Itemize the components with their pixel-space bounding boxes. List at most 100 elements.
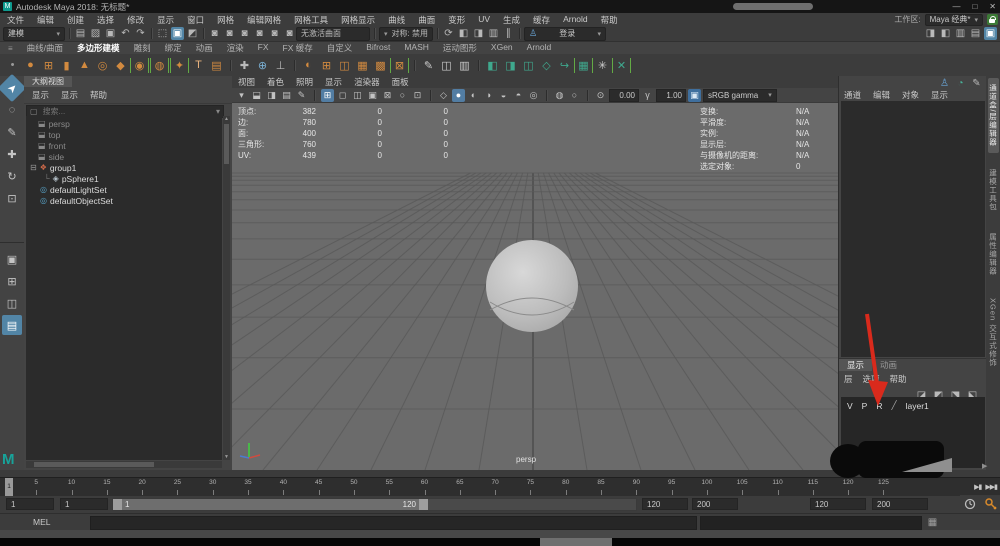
shadows-icon[interactable]: ◒ bbox=[497, 89, 510, 102]
menu-item[interactable]: 着色 bbox=[267, 76, 284, 88]
snap-view-plane-icon[interactable]: ◙ bbox=[268, 27, 281, 40]
shelf-tab[interactable]: 曲线/曲面 bbox=[27, 42, 63, 54]
symmetry-dropdown[interactable]: ▾ 对称: 禁用 bbox=[379, 26, 433, 41]
rotate-tool[interactable]: ↻ bbox=[2, 166, 22, 186]
shelf-tab[interactable]: 绑定 bbox=[165, 42, 182, 54]
shelf-tab[interactable]: Bifrost bbox=[366, 42, 390, 54]
scroll-up-icon[interactable]: ▲ bbox=[223, 116, 230, 122]
save-scene-icon[interactable]: ▣ bbox=[104, 27, 117, 40]
smooth-shade-icon[interactable]: ● bbox=[452, 88, 465, 102]
outliner-vertical-scrollbar[interactable]: ▲ ▼ bbox=[223, 116, 230, 460]
playback-step-forward-button[interactable]: ▶▮ bbox=[974, 483, 982, 491]
bevel-icon[interactable]: ◨ bbox=[502, 57, 519, 74]
menu-item[interactable]: 编辑网格 bbox=[247, 14, 281, 26]
measure-distance-icon[interactable]: ⊥ bbox=[272, 57, 289, 74]
menu-item[interactable]: 编辑 bbox=[873, 89, 890, 101]
quad-draw-icon[interactable]: ✎ bbox=[420, 57, 437, 74]
menu-item[interactable]: 渲染器 bbox=[354, 76, 380, 88]
psphere-object[interactable] bbox=[486, 240, 578, 332]
two-pane-layout-button[interactable]: ◫ bbox=[2, 293, 22, 313]
menu-set-dropdown[interactable]: 建模 ▾ bbox=[3, 26, 65, 41]
camera-attributes-icon[interactable]: ◨ bbox=[265, 89, 278, 102]
delete-history-icon[interactable]: ✕ bbox=[612, 57, 631, 73]
insert-edge-loop-icon[interactable]: ▥ bbox=[456, 57, 473, 74]
paint-select-tool[interactable]: ✎ bbox=[2, 122, 22, 142]
grease-pencil-icon[interactable]: ✎ bbox=[295, 89, 308, 102]
tool-settings-toggle-icon[interactable]: ◧ bbox=[939, 27, 952, 40]
command-language-button[interactable]: MEL bbox=[33, 517, 50, 527]
workspace-dropdown[interactable]: Maya 经典* ▾ bbox=[924, 13, 983, 26]
menu-item[interactable]: 帮助 bbox=[90, 89, 107, 101]
curve-to-poly-icon[interactable]: ↪ bbox=[556, 57, 573, 74]
menu-item[interactable]: 帮助 bbox=[601, 14, 618, 26]
menu-item[interactable]: UV bbox=[478, 14, 490, 26]
perspective-viewport[interactable]: 视图 着色 照明 显示 渲染器 面板 ▾ ⬓ ◨ ▤ ✎ ⊞ ◻ ◫ ▣ ⊠ ○ ⊡ ◇ ● ◐ ◑ ◒ ◓ ◎ ◍ ○ ⊙ 0.0… bbox=[232, 76, 838, 470]
menu-item[interactable]: 显示 bbox=[325, 76, 342, 88]
outliner-item-pSphere1[interactable]: └ ◈ pSphere1 bbox=[26, 173, 222, 184]
current-frame-marker[interactable]: 1 bbox=[5, 478, 13, 496]
shelf-menu-icon[interactable]: ≡ bbox=[8, 44, 13, 53]
bookmark-icon[interactable]: ▤ bbox=[280, 89, 293, 102]
login-dropdown[interactable]: ♙ 登录 ▾ bbox=[523, 26, 606, 41]
four-pane-layout-button[interactable]: ⊞ bbox=[2, 271, 22, 291]
menu-item[interactable]: 网格显示 bbox=[341, 14, 375, 26]
svg-tool-icon[interactable]: ▤ bbox=[208, 57, 225, 74]
sidebar-tab-item[interactable]: 建模工具包 bbox=[988, 163, 999, 218]
poly-plane-icon[interactable]: ◆ bbox=[112, 57, 129, 74]
playback-range[interactable]: 1 120 bbox=[113, 499, 428, 510]
menu-item[interactable]: Arnold bbox=[563, 14, 588, 26]
reduce-icon[interactable]: ▩ bbox=[372, 57, 389, 74]
secondary-anim-end-field[interactable]: 200 bbox=[872, 498, 928, 510]
outliner-item-group1[interactable]: ⊟ ❖ group1 bbox=[26, 162, 222, 173]
lasso-select-tool[interactable]: ◌ bbox=[2, 100, 22, 120]
poly-cube-icon[interactable]: ⊞ bbox=[40, 57, 57, 74]
outliner-item-top[interactable]: ⬓ top bbox=[26, 129, 222, 140]
menu-item[interactable]: 面板 bbox=[392, 76, 409, 88]
animation-preferences-icon[interactable] bbox=[964, 498, 976, 510]
menu-item[interactable]: 通道 bbox=[844, 89, 861, 101]
range-end-handle[interactable] bbox=[419, 499, 428, 510]
project-curve-icon[interactable]: ◇ bbox=[538, 57, 555, 74]
menu-item[interactable]: 网格 bbox=[217, 14, 234, 26]
shelf-tab[interactable]: 雕刻 bbox=[134, 42, 151, 54]
safe-action-icon[interactable]: ○ bbox=[396, 89, 409, 102]
menu-item[interactable]: 变形 bbox=[448, 14, 465, 26]
scale-tool[interactable]: ⊡ bbox=[2, 188, 22, 208]
render-frame-icon[interactable]: ◧ bbox=[457, 27, 470, 40]
maximize-button[interactable]: □ bbox=[972, 0, 977, 13]
pause-icon[interactable]: ∥ bbox=[502, 27, 515, 40]
select-component-icon[interactable]: ◩ bbox=[186, 27, 199, 40]
select-object-icon[interactable]: ▣ bbox=[171, 27, 184, 40]
menu-item[interactable]: 编辑 bbox=[37, 14, 54, 26]
modeling-toolkit-toggle-icon[interactable]: ▤ bbox=[969, 27, 982, 40]
multi-cut-icon[interactable]: ◫ bbox=[438, 57, 455, 74]
menu-item[interactable]: 显示 bbox=[32, 89, 49, 101]
construction-history-icon[interactable]: ⟳ bbox=[442, 27, 455, 40]
workspace-lock-icon[interactable] bbox=[987, 14, 998, 25]
wireframe-icon[interactable]: ◇ bbox=[437, 89, 450, 102]
symmetrize-icon[interactable]: ✳ bbox=[594, 57, 611, 74]
snap-curve-icon[interactable]: ◙ bbox=[223, 27, 236, 40]
menu-item[interactable]: 网格工具 bbox=[294, 14, 328, 26]
outliner-item-persp[interactable]: ⬓ persp bbox=[26, 118, 222, 129]
shelf-tab[interactable]: Arnold bbox=[527, 42, 552, 54]
xray-icon[interactable]: ○ bbox=[568, 89, 581, 102]
field-chart-icon[interactable]: ⊠ bbox=[381, 89, 394, 102]
outliner-item-defaultLightSet[interactable]: ◎ defaultLightSet bbox=[26, 184, 222, 195]
ambient-occlusion-icon[interactable]: ◓ bbox=[512, 89, 525, 102]
playback-go-to-end-button[interactable]: ▶▶▮ bbox=[985, 483, 998, 491]
shelf-tab[interactable]: 多边形建模 bbox=[77, 42, 120, 54]
animation-end-field[interactable]: 200 bbox=[692, 498, 738, 510]
isolate-select-icon[interactable]: ◍ bbox=[553, 89, 566, 102]
shelf-tab[interactable]: 运动图形 bbox=[443, 42, 477, 54]
animation-start-field[interactable]: 1 bbox=[6, 498, 54, 510]
outliner-horizontal-scrollbar[interactable] bbox=[26, 461, 222, 468]
textured-icon[interactable]: ◐ bbox=[467, 89, 480, 102]
outliner-item-defaultObjectSet[interactable]: ◎ defaultObjectSet bbox=[26, 195, 222, 206]
poly-type-icon[interactable]: T bbox=[190, 57, 207, 74]
menu-item[interactable]: 窗口 bbox=[187, 14, 204, 26]
poly-cone-icon[interactable]: ▲ bbox=[76, 57, 93, 74]
attribute-editor-toggle-icon[interactable]: ◨ bbox=[924, 27, 937, 40]
snap-projected-center-icon[interactable]: ◙ bbox=[253, 27, 266, 40]
range-slider-track[interactable]: 1 120 bbox=[112, 498, 637, 511]
